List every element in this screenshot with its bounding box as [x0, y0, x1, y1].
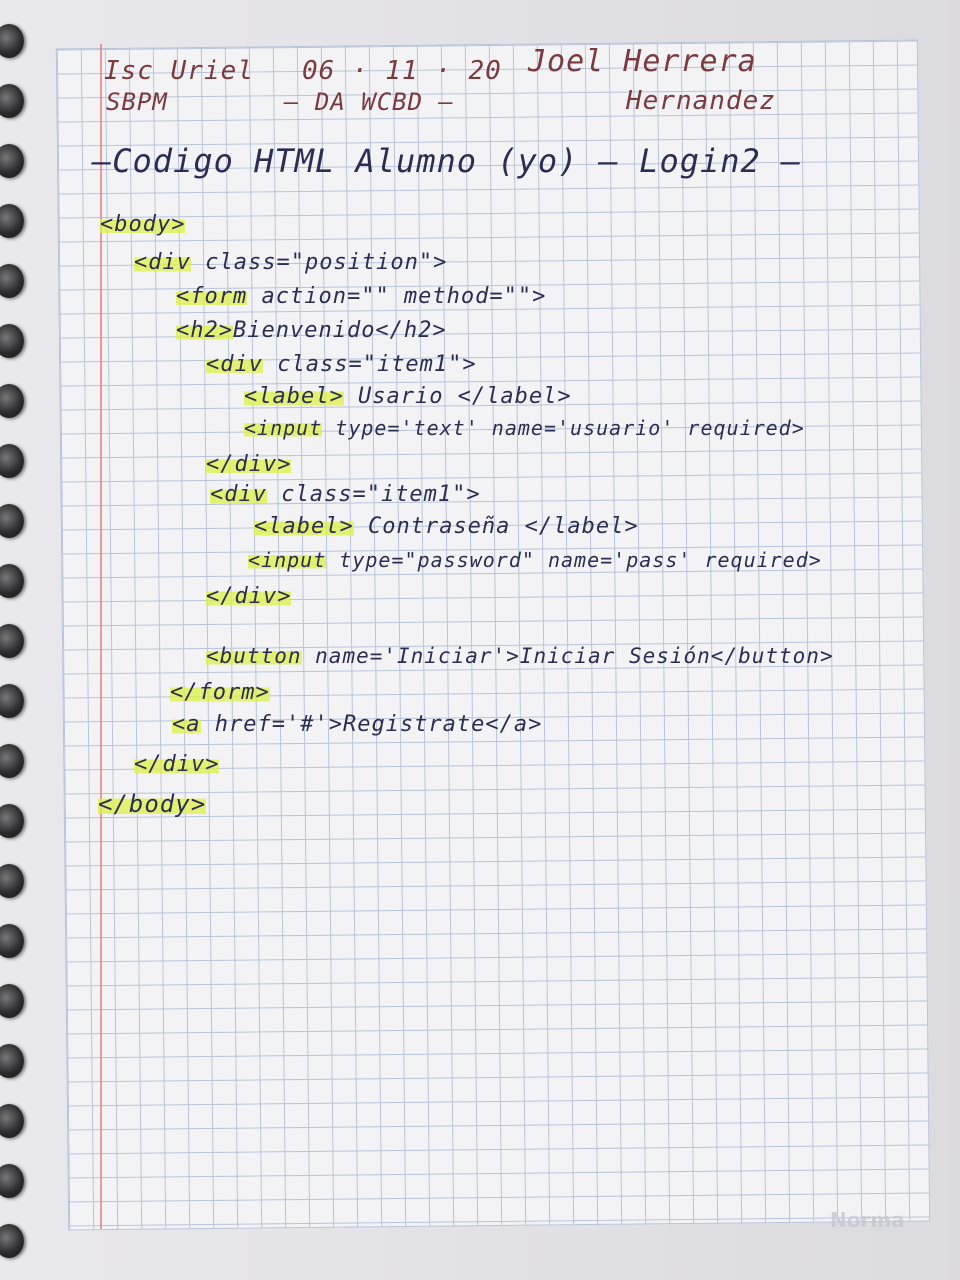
header-student-surname: Hernandez	[626, 86, 776, 116]
code-tag: </form>	[170, 680, 270, 705]
code-line: </div>	[134, 752, 220, 777]
code-tag: <input	[248, 548, 327, 572]
spiral-ring	[0, 864, 24, 898]
code-text: class="item1">	[262, 352, 477, 377]
code-text: action="" method="">	[247, 284, 547, 309]
code-line: </form>	[170, 680, 270, 705]
code-text: Usario </label>	[343, 384, 572, 409]
code-line: <label> Usario </label>	[244, 384, 572, 409]
code-text: type='text' name='usuario' required>	[322, 416, 805, 440]
code-tag: <input	[244, 416, 323, 440]
code-text: name='Iniciar'>Iniciar Sesión</button>	[301, 644, 834, 668]
spiral-ring	[0, 84, 24, 118]
code-text: Contraseña </label>	[353, 514, 639, 539]
code-tag: <label>	[254, 514, 354, 539]
notebook-brand-watermark: Norma	[830, 1208, 905, 1232]
spiral-ring	[0, 504, 24, 538]
code-line: </div>	[206, 584, 292, 609]
spiral-ring	[0, 384, 24, 418]
code-text: Bienvenido</h2>	[232, 318, 447, 343]
code-tag: </body>	[98, 790, 207, 818]
header-subject: – DA WCBD –	[284, 88, 454, 116]
code-text: class="position">	[190, 250, 448, 275]
spiral-ring	[0, 444, 24, 478]
code-line: <div class="item1">	[206, 352, 477, 377]
spiral-ring	[0, 1044, 24, 1078]
code-line: <div class="item1">	[210, 482, 481, 507]
code-line: <div class="position">	[134, 250, 447, 275]
code-tag: <label>	[244, 384, 344, 409]
spiral-ring	[0, 1224, 24, 1258]
spiral-ring	[0, 804, 24, 838]
spiral-ring	[0, 1164, 24, 1198]
code-tag: <form	[176, 284, 248, 309]
code-text: class="item1">	[266, 482, 481, 507]
spiral-ring	[0, 24, 24, 58]
spiral-ring	[0, 324, 24, 358]
header-student-name: Joel Herrera	[528, 44, 757, 79]
code-line: <body>	[100, 212, 186, 237]
code-tag: <div	[134, 250, 191, 275]
spiral-ring	[0, 264, 24, 298]
code-tag: <div	[210, 482, 267, 507]
code-tag: <h2>	[176, 318, 233, 343]
code-tag: </div>	[134, 752, 220, 777]
spiral-ring	[0, 684, 24, 718]
header-course: Isc Uriel	[104, 56, 254, 86]
code-tag: </div>	[206, 584, 292, 609]
spiral-ring	[0, 624, 24, 658]
code-tag: <a	[172, 712, 201, 737]
spiral-ring	[0, 1104, 24, 1138]
code-line: </div>	[206, 452, 292, 477]
code-text: href='#'>Registrate</a>	[200, 712, 543, 737]
code-tag: <body>	[100, 212, 186, 237]
spiral-ring	[0, 984, 24, 1018]
grid-paper	[55, 39, 931, 1231]
spiral-ring	[0, 204, 24, 238]
spiral-ring	[0, 144, 24, 178]
header-group: SBPM	[106, 88, 168, 116]
spiral-ring	[0, 564, 24, 598]
code-line: <form action="" method="">	[176, 284, 546, 309]
header-date: 06 · 11 · 20	[302, 56, 502, 86]
code-line: <button name='Iniciar'>Iniciar Sesión</b…	[206, 644, 834, 668]
page-title: –Codigo HTML Alumno (yo) – Login2 —	[92, 142, 802, 180]
code-line: <input type="password" name='pass' requi…	[248, 548, 822, 572]
code-line: <label> Contraseña </label>	[254, 514, 639, 539]
code-line: <a href='#'>Registrate</a>	[172, 712, 542, 737]
code-line: <h2>Bienvenido</h2>	[176, 318, 447, 343]
code-text: type="password" name='pass' required>	[326, 548, 822, 572]
spiral-ring	[0, 744, 24, 778]
code-line: <input type='text' name='usuario' requir…	[244, 416, 805, 440]
code-line: </body>	[98, 790, 207, 818]
spiral-binding	[0, 0, 30, 1280]
code-tag: <div	[206, 352, 263, 377]
spiral-ring	[0, 924, 24, 958]
code-tag: <button	[206, 644, 302, 668]
code-tag: </div>	[206, 452, 292, 477]
